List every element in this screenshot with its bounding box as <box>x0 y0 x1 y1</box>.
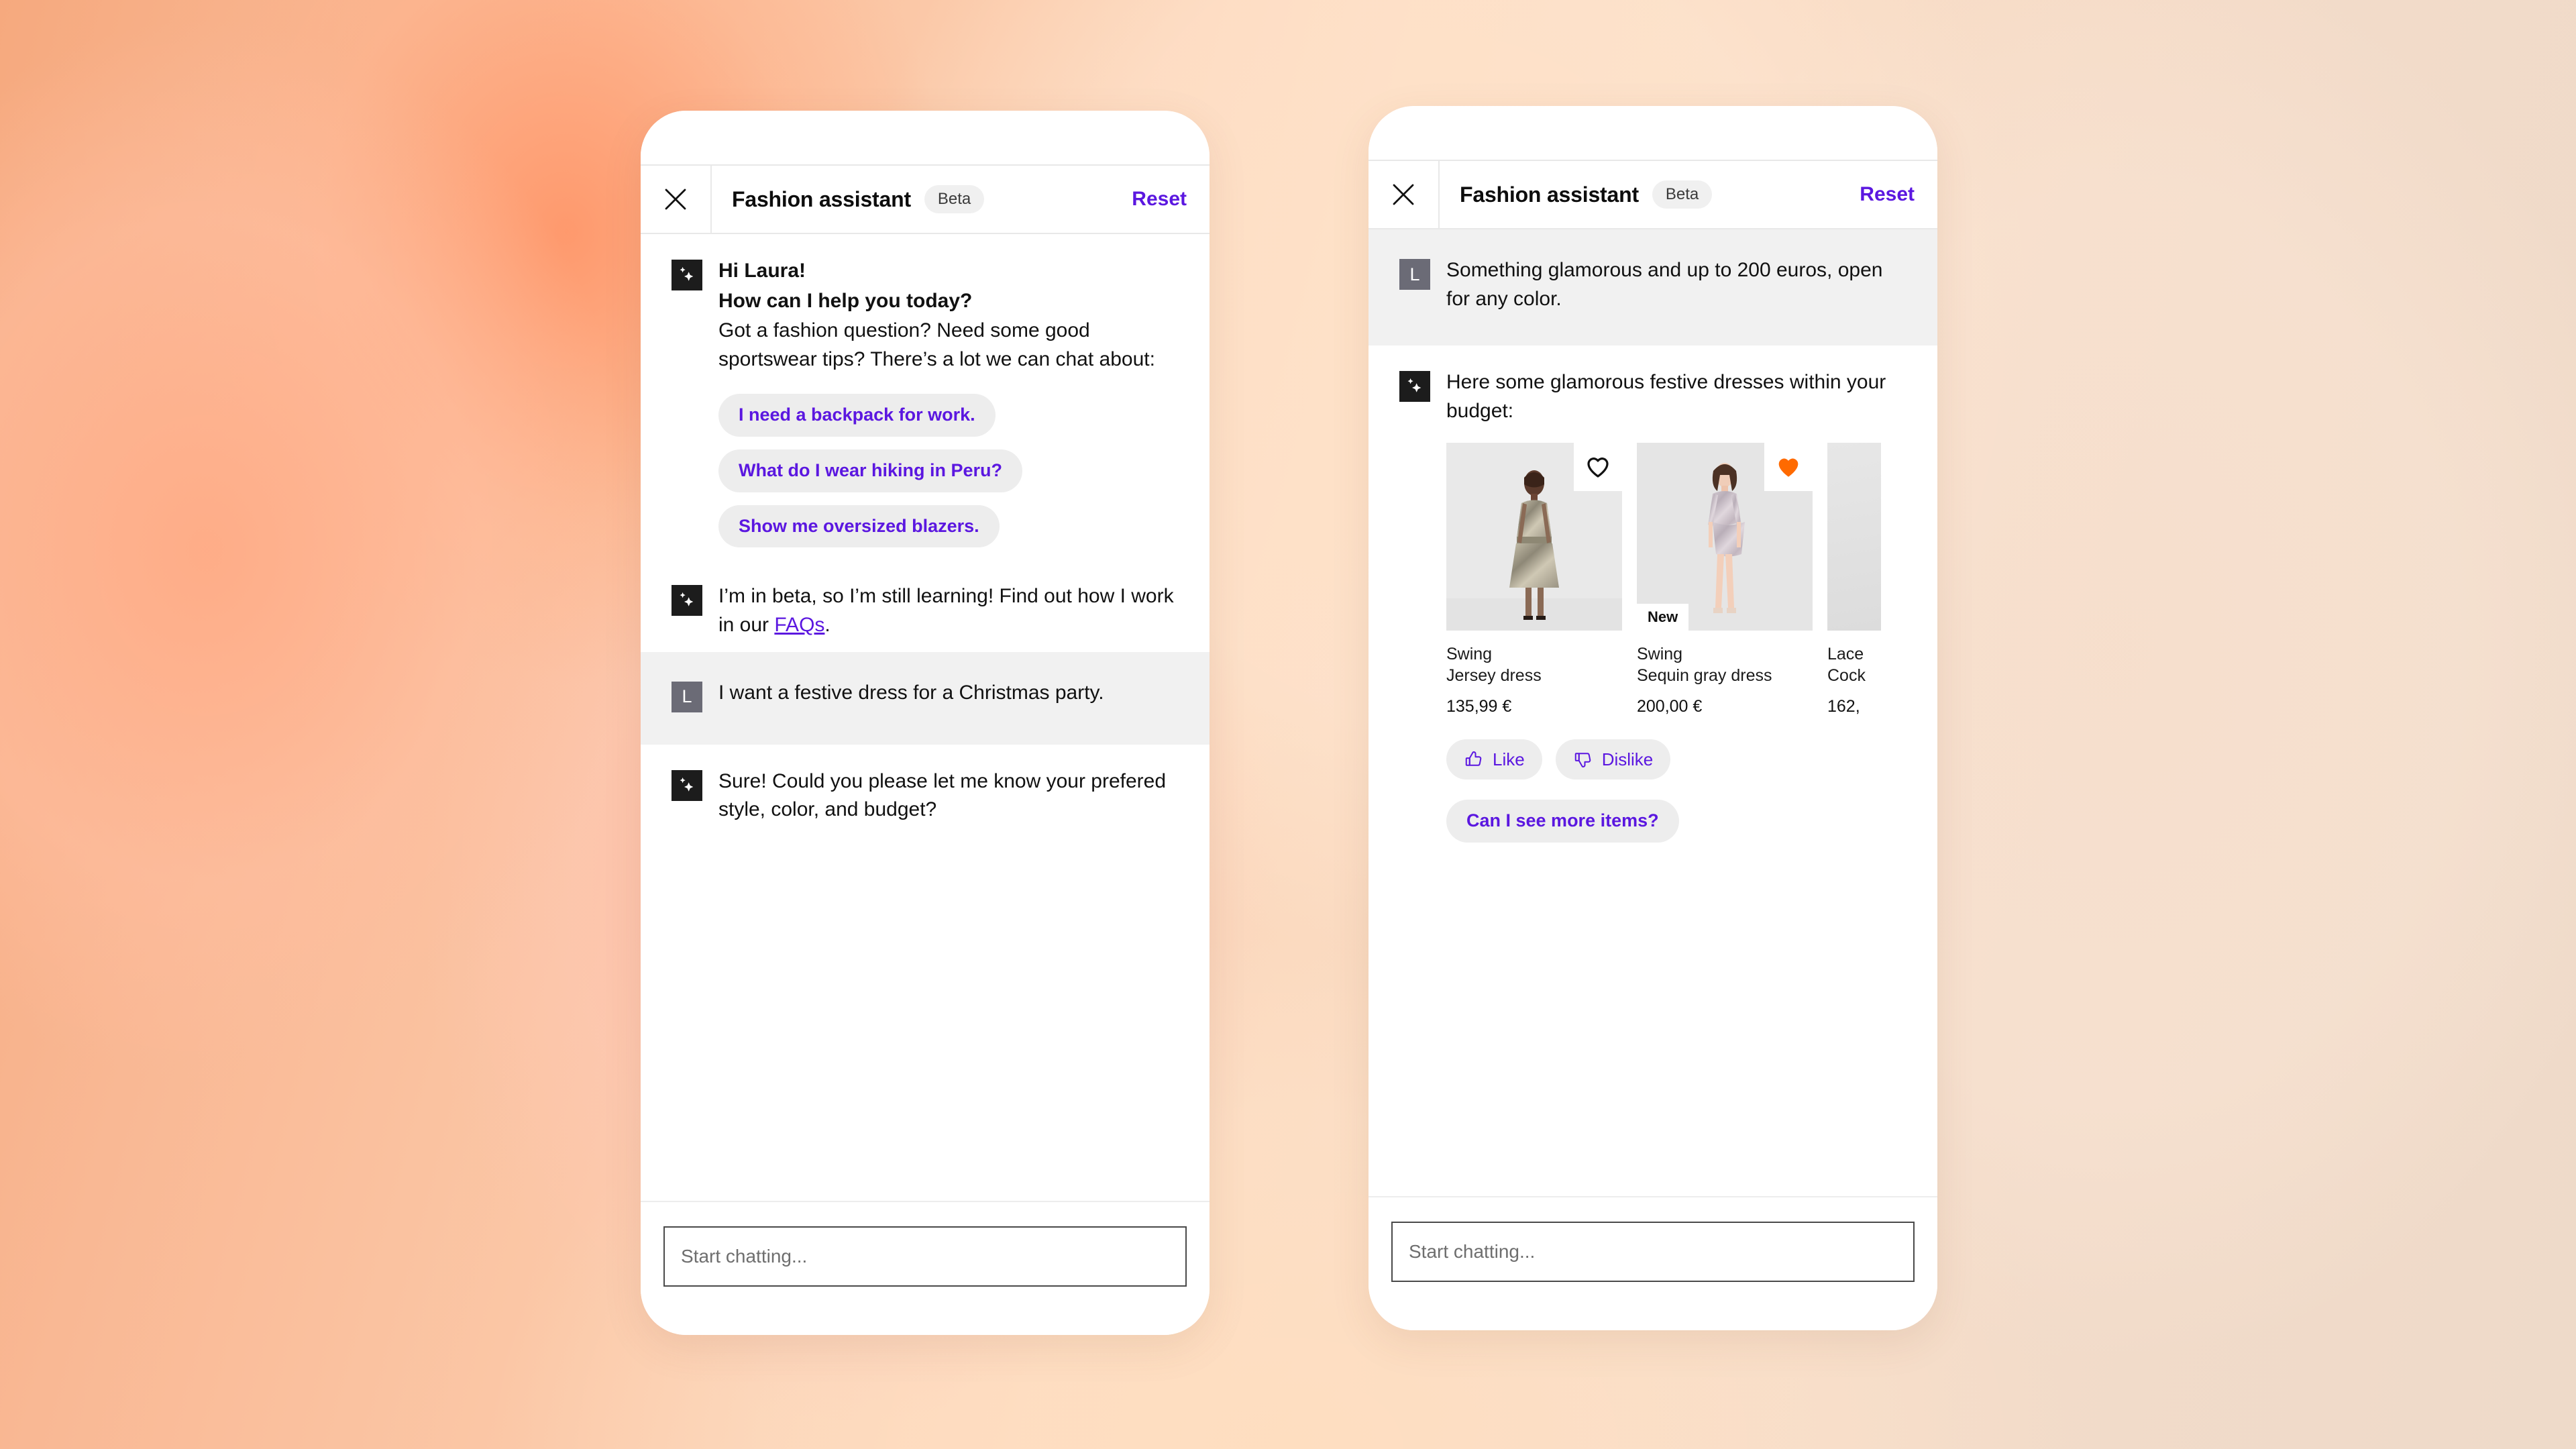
composer <box>641 1201 1210 1335</box>
composer <box>1368 1196 1937 1330</box>
message-assistant-recommendations: Here some glamorous festive dresses with… <box>1368 345 1937 855</box>
reset-button[interactable]: Reset <box>1132 188 1187 211</box>
sparkle-icon <box>1399 371 1430 402</box>
greeting-line-1: Hi Laura! <box>718 260 806 282</box>
message-user-festive-dress: L I want a festive dress for a Christmas… <box>641 651 1210 745</box>
status-bar-area <box>641 111 1210 164</box>
new-badge: New <box>1637 604 1689 631</box>
sparkle-icon <box>672 260 702 290</box>
user-message-text: Something glamorous and up to 200 euros,… <box>1446 259 1883 310</box>
assistant-recommend-text: Here some glamorous festive dresses with… <box>1446 371 1886 422</box>
page-title: Fashion assistant <box>1460 182 1639 207</box>
beta-notice-suffix: . <box>824 614 830 637</box>
suggestion-chip-list: Can I see more items? <box>1446 800 1907 843</box>
product-brand: Lace <box>1827 645 1864 664</box>
product-price: 200,00 € <box>1637 697 1703 716</box>
heart-filled-icon <box>1775 453 1802 480</box>
avatar: L <box>672 681 702 712</box>
product-price: 135,99 € <box>1446 697 1512 716</box>
beta-notice-text: I’m in beta, so I’m still learning! Find… <box>718 582 1179 639</box>
close-icon <box>1389 180 1417 209</box>
conversation-list[interactable]: L Something glamorous and up to 200 euro… <box>1368 229 1937 1196</box>
status-bar-area <box>1368 106 1937 160</box>
chat-header: Fashion assistant Beta Reset <box>641 164 1210 234</box>
message-body: I want a festive dress for a Christmas p… <box>718 679 1179 708</box>
product-image <box>1827 443 1881 631</box>
dislike-button[interactable]: Dislike <box>1555 739 1671 780</box>
product-card[interactable]: Lace Cock 162, <box>1827 443 1881 716</box>
product-card[interactable]: Swing Jersey dress 135,99 € <box>1446 443 1622 716</box>
like-button[interactable]: Like <box>1446 739 1542 780</box>
phone-mockup-right: Fashion assistant Beta Reset L Something… <box>1368 106 1937 1330</box>
product-name: Sequin gray dress <box>1637 665 1772 685</box>
greeting-body: Got a fashion question? Need some good s… <box>718 319 1155 370</box>
thumbs-up-icon <box>1464 749 1484 769</box>
suggestion-chip-more-items[interactable]: Can I see more items? <box>1446 800 1679 843</box>
product-brand: Swing <box>1637 645 1683 664</box>
message-body: Hi Laura! How can I help you today? Got … <box>718 257 1179 548</box>
message-assistant-greeting: Hi Laura! How can I help you today? Got … <box>641 234 1210 560</box>
beta-badge: Beta <box>1652 180 1713 209</box>
header-main: Fashion assistant Beta Reset <box>712 166 1210 233</box>
heart-outline-icon <box>1585 453 1611 480</box>
favorite-button[interactable] <box>1574 443 1622 492</box>
product-brand: Swing <box>1446 645 1493 664</box>
sparkle-icon <box>672 769 702 801</box>
dislike-label: Dislike <box>1601 749 1654 770</box>
close-button[interactable] <box>1368 161 1440 228</box>
close-icon <box>661 185 690 213</box>
like-label: Like <box>1493 749 1525 770</box>
thumbs-down-icon <box>1573 749 1593 769</box>
page-title: Fashion assistant <box>732 186 911 211</box>
greeting-line-2: How can I help you today? <box>718 289 973 312</box>
feedback-buttons: Like Dislike <box>1446 739 1907 780</box>
message-body: Something glamorous and up to 200 euros,… <box>1446 256 1907 313</box>
close-button[interactable] <box>641 166 712 233</box>
suggestion-chip-backpack[interactable]: I need a backpack for work. <box>718 394 996 437</box>
user-message-text: I want a festive dress for a Christmas p… <box>718 681 1104 704</box>
product-carousel[interactable]: Swing Jersey dress 135,99 € New Swing Se… <box>1446 443 1907 716</box>
message-assistant-followup: Sure! Could you please let me know your … <box>641 744 1210 837</box>
header-main: Fashion assistant Beta Reset <box>1440 161 1937 228</box>
message-body: Here some glamorous festive dresses with… <box>1446 368 1907 843</box>
assistant-reply-text: Sure! Could you please let me know your … <box>718 769 1167 821</box>
suggestion-chip-blazers[interactable]: Show me oversized blazers. <box>718 504 1000 548</box>
chat-input[interactable] <box>663 1226 1187 1287</box>
screenshot-stage: Fashion assistant Beta Reset Hi Laura! H… <box>0 0 2576 1449</box>
chat-header: Fashion assistant Beta Reset <box>1368 160 1937 229</box>
avatar: L <box>1399 259 1430 290</box>
conversation-list[interactable]: Hi Laura! How can I help you today? Got … <box>641 234 1210 1201</box>
reset-button[interactable]: Reset <box>1860 183 1915 206</box>
message-user-budget: L Something glamorous and up to 200 euro… <box>1368 229 1937 346</box>
product-card[interactable]: New Swing Sequin gray dress 200,00 € <box>1637 443 1813 716</box>
favorite-button[interactable] <box>1764 443 1813 492</box>
phone-mockup-left: Fashion assistant Beta Reset Hi Laura! H… <box>641 111 1210 1335</box>
product-price: 162, <box>1827 697 1860 716</box>
sparkle-icon <box>672 585 702 616</box>
message-body: I’m in beta, so I’m still learning! Find… <box>718 582 1179 639</box>
suggestion-chip-list: I need a backpack for work. What do I we… <box>718 394 1179 548</box>
product-name: Cock <box>1827 665 1866 685</box>
faqs-link[interactable]: FAQs <box>774 614 824 636</box>
message-assistant-beta-notice: I’m in beta, so I’m still learning! Find… <box>641 559 1210 652</box>
product-image: New <box>1637 443 1813 631</box>
beta-badge: Beta <box>924 185 985 213</box>
suggestion-chip-hiking[interactable]: What do I wear hiking in Peru? <box>718 449 1023 492</box>
chat-input[interactable] <box>1391 1222 1915 1282</box>
message-body: Sure! Could you please let me know your … <box>718 767 1179 824</box>
product-name: Jersey dress <box>1446 665 1542 685</box>
product-image <box>1446 443 1622 631</box>
